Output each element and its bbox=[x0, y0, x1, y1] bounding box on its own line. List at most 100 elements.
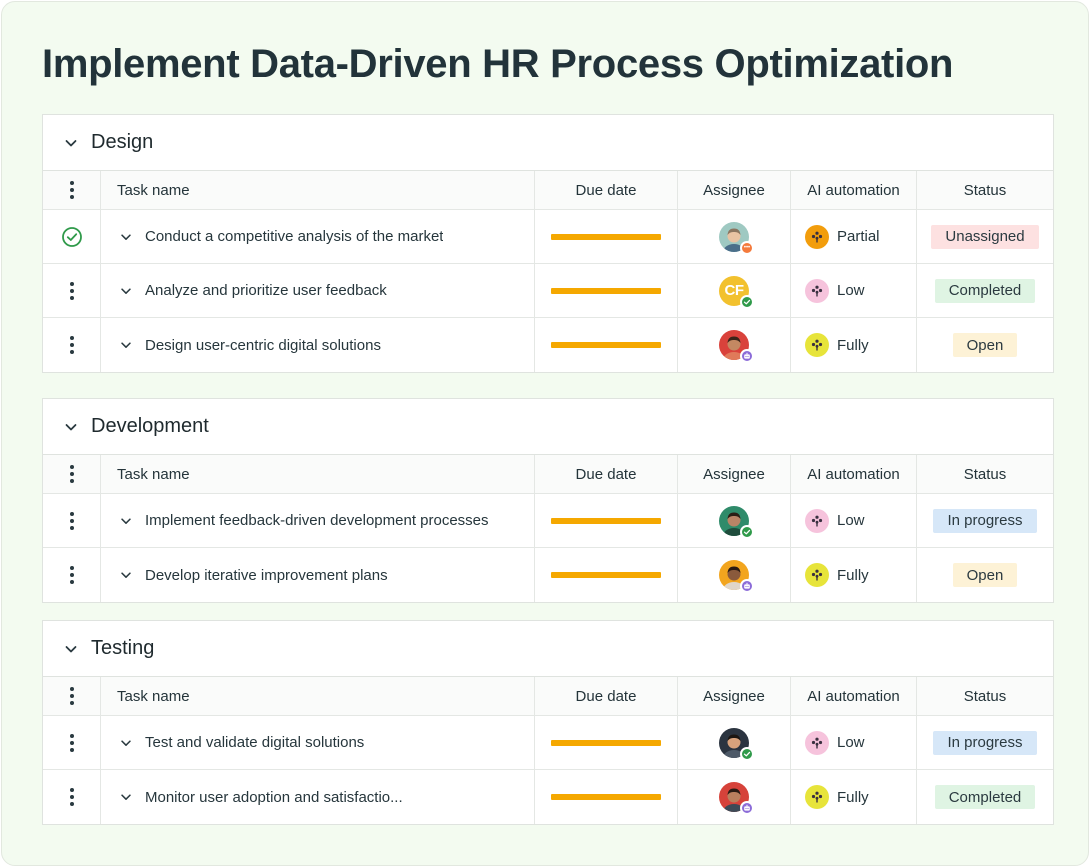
status-cell[interactable]: In progress bbox=[917, 494, 1053, 547]
status-cell[interactable]: Completed bbox=[917, 264, 1053, 317]
status-cell[interactable]: Unassigned bbox=[917, 210, 1053, 263]
assignee-cell[interactable]: ••• bbox=[678, 210, 791, 263]
status-badge[interactable]: In progress bbox=[933, 730, 1037, 755]
due-date-cell[interactable] bbox=[535, 264, 678, 317]
ai-automation-cell[interactable]: Low bbox=[791, 716, 917, 769]
task-name-cell[interactable]: Conduct a competitive analysis of the ma… bbox=[101, 210, 535, 263]
ai-automation-cell[interactable]: Fully bbox=[791, 548, 917, 602]
chevron-down-icon[interactable] bbox=[63, 641, 79, 657]
table-row[interactable]: Analyze and prioritize user feedback CF L… bbox=[43, 264, 1053, 318]
column-header-due-date[interactable]: Due date bbox=[535, 455, 678, 493]
task-name-cell[interactable]: Monitor user adoption and satisfactio... bbox=[101, 770, 535, 824]
row-menu-icon[interactable] bbox=[69, 788, 74, 806]
ai-automation-cell[interactable]: Fully bbox=[791, 770, 917, 824]
chevron-down-icon[interactable] bbox=[119, 230, 133, 244]
column-header-status[interactable]: Status bbox=[917, 455, 1053, 493]
status-cell[interactable]: Completed bbox=[917, 770, 1053, 824]
column-header-task-name[interactable]: Task name bbox=[101, 455, 535, 493]
chevron-down-icon[interactable] bbox=[119, 736, 133, 750]
group-header[interactable]: Design bbox=[43, 115, 1053, 171]
assignee-cell[interactable] bbox=[678, 494, 791, 547]
ai-automation-cell[interactable]: Fully bbox=[791, 318, 917, 372]
row-menu-icon[interactable] bbox=[69, 336, 74, 354]
avatar[interactable] bbox=[719, 505, 754, 539]
status-badge[interactable]: Open bbox=[952, 563, 1018, 587]
assignee-cell[interactable]: CF bbox=[678, 264, 791, 317]
table-row[interactable]: Develop iterative improvement plans Full… bbox=[43, 548, 1053, 602]
avatar[interactable] bbox=[719, 560, 754, 593]
group-title: Development bbox=[91, 415, 209, 437]
avatar[interactable] bbox=[719, 330, 754, 363]
column-header-assignee[interactable]: Assignee bbox=[678, 171, 791, 209]
ai-automation-cell[interactable]: Partial bbox=[791, 210, 917, 263]
task-name-cell[interactable]: Design user-centric digital solutions bbox=[101, 318, 535, 372]
chevron-down-icon[interactable] bbox=[119, 284, 133, 298]
avatar[interactable] bbox=[719, 782, 754, 815]
task-name: Design user-centric digital solutions bbox=[145, 336, 381, 354]
row-menu-icon[interactable] bbox=[69, 281, 74, 300]
check-circle-icon[interactable] bbox=[61, 226, 83, 248]
status-badge[interactable]: Completed bbox=[934, 278, 1036, 303]
task-name-cell[interactable]: Test and validate digital solutions bbox=[101, 716, 535, 769]
column-header-due-date[interactable]: Due date bbox=[535, 677, 678, 715]
chevron-down-icon[interactable] bbox=[119, 790, 133, 804]
due-date-cell[interactable] bbox=[535, 770, 678, 824]
column-header-ai-automation[interactable]: AI automation bbox=[791, 171, 917, 209]
assignee-cell[interactable] bbox=[678, 548, 791, 602]
column-header-ai-automation[interactable]: AI automation bbox=[791, 677, 917, 715]
task-name-cell[interactable]: Implement feedback-driven development pr… bbox=[101, 494, 535, 547]
status-cell[interactable]: Open bbox=[917, 548, 1053, 602]
chevron-down-icon[interactable] bbox=[63, 419, 79, 435]
table-row[interactable]: Design user-centric digital solutions Fu… bbox=[43, 318, 1053, 372]
due-date-cell[interactable] bbox=[535, 318, 678, 372]
ai-automation-level: Partial bbox=[837, 228, 880, 245]
status-badge[interactable]: Unassigned bbox=[931, 224, 1039, 249]
row-menu-icon[interactable] bbox=[69, 465, 74, 483]
task-name: Test and validate digital solutions bbox=[145, 734, 365, 751]
ai-automation-cell[interactable]: Low bbox=[791, 494, 917, 547]
table-row[interactable]: Implement feedback-driven development pr… bbox=[43, 494, 1053, 548]
column-header-status[interactable]: Status bbox=[917, 677, 1053, 715]
chevron-down-icon[interactable] bbox=[119, 568, 133, 582]
column-header-due-date[interactable]: Due date bbox=[535, 171, 678, 209]
table-row[interactable]: Conduct a competitive analysis of the ma… bbox=[43, 210, 1053, 264]
status-badge[interactable]: Completed bbox=[934, 785, 1036, 809]
task-name-cell[interactable]: Analyze and prioritize user feedback bbox=[101, 264, 535, 317]
due-date-cell[interactable] bbox=[535, 548, 678, 602]
status-cell[interactable]: In progress bbox=[917, 716, 1053, 769]
chevron-down-icon[interactable] bbox=[119, 514, 133, 528]
table-row[interactable]: Monitor user adoption and satisfactio...… bbox=[43, 770, 1053, 824]
group-header[interactable]: Development bbox=[43, 399, 1053, 455]
assignee-cell[interactable] bbox=[678, 318, 791, 372]
row-menu-icon[interactable] bbox=[69, 181, 74, 199]
due-date-cell[interactable] bbox=[535, 716, 678, 769]
task-name-cell[interactable]: Develop iterative improvement plans bbox=[101, 548, 535, 602]
status-badge[interactable]: Open bbox=[952, 333, 1018, 357]
ai-automation-cell[interactable]: Low bbox=[791, 264, 917, 317]
assignee-cell[interactable] bbox=[678, 716, 791, 769]
column-header-status[interactable]: Status bbox=[917, 171, 1053, 209]
column-header-assignee[interactable]: Assignee bbox=[678, 677, 791, 715]
avatar[interactable]: CF bbox=[719, 275, 754, 309]
avatar[interactable] bbox=[719, 727, 754, 761]
table-row[interactable]: Test and validate digital solutions Low I… bbox=[43, 716, 1053, 770]
column-header-task-name[interactable]: Task name bbox=[101, 171, 535, 209]
row-menu-icon[interactable] bbox=[69, 511, 74, 530]
due-date-cell[interactable] bbox=[535, 210, 678, 263]
ai-automation-level: Low bbox=[837, 282, 865, 299]
column-header-assignee[interactable]: Assignee bbox=[678, 455, 791, 493]
chevron-down-icon[interactable] bbox=[119, 338, 133, 352]
row-menu-icon[interactable] bbox=[69, 687, 74, 705]
assignee-cell[interactable] bbox=[678, 770, 791, 824]
group-header[interactable]: Testing bbox=[43, 621, 1053, 677]
avatar[interactable]: ••• bbox=[719, 221, 754, 255]
table-header-row: Task name Due date Assignee AI automation St… bbox=[43, 677, 1053, 716]
column-header-ai-automation[interactable]: AI automation bbox=[791, 455, 917, 493]
due-date-cell[interactable] bbox=[535, 494, 678, 547]
status-cell[interactable]: Open bbox=[917, 318, 1053, 372]
status-badge[interactable]: In progress bbox=[933, 508, 1037, 533]
chevron-down-icon[interactable] bbox=[63, 135, 79, 151]
row-menu-icon[interactable] bbox=[69, 566, 74, 584]
column-header-task-name[interactable]: Task name bbox=[101, 677, 535, 715]
row-menu-icon[interactable] bbox=[69, 733, 74, 752]
